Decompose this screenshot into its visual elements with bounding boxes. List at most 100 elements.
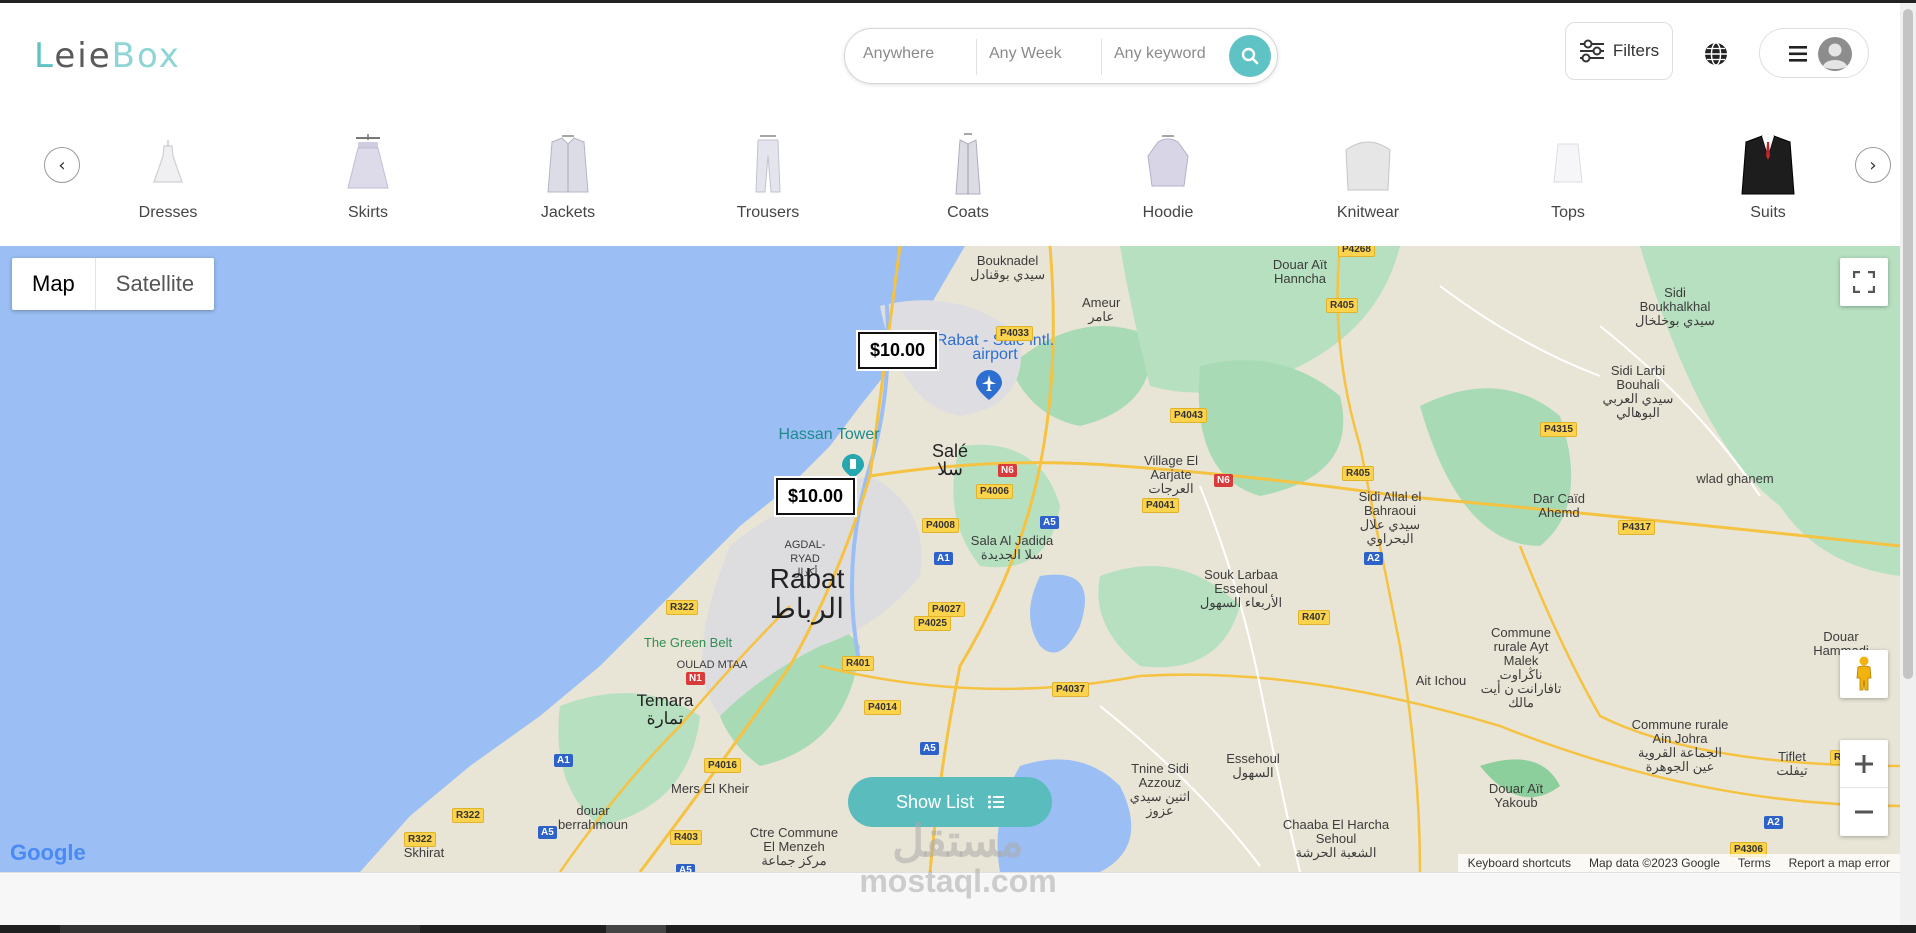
map-label-city: Temara تمارة (636, 691, 694, 728)
list-icon (988, 795, 1005, 809)
watermark-arabic: مستقل (892, 817, 1024, 866)
road-shield: R401 (842, 656, 874, 671)
user-avatar-icon (1818, 37, 1852, 71)
map-type-map-button[interactable]: Map (12, 258, 96, 310)
map-label: douar berrahmoun (557, 803, 629, 832)
map-type-satellite-button[interactable]: Satellite (96, 258, 214, 310)
suit-icon (1741, 135, 1795, 195)
airport-pin-icon[interactable] (976, 370, 1002, 400)
dress-icon (153, 140, 183, 183)
google-logo[interactable]: Google (10, 840, 86, 866)
zoom-out-button[interactable] (1840, 788, 1888, 836)
road-shield: P4006 (976, 484, 1013, 499)
skirt-icon (347, 134, 389, 189)
user-menu-button[interactable] (1759, 28, 1869, 78)
search-bar[interactable]: Anywhere Any Week Any keyword (844, 28, 1278, 84)
category-label: Hoodie (1142, 204, 1194, 221)
street-view-button[interactable] (1840, 650, 1888, 698)
road-shield: P4014 (864, 700, 901, 715)
road-shield: P4315 (1540, 422, 1577, 437)
globe-icon[interactable] (1703, 41, 1729, 67)
os-taskbar (0, 925, 1916, 933)
fullscreen-button[interactable] (1840, 258, 1888, 306)
category-coats[interactable]: Coats (908, 132, 1028, 222)
road-shield: A5 (538, 826, 557, 839)
location-input[interactable]: Anywhere (863, 45, 934, 63)
map-label: Sala Al Jadida سلا الجديدة (970, 533, 1054, 562)
category-label: Jackets (540, 204, 596, 221)
map-label: OULAD MTAA (676, 659, 748, 671)
zoom-in-button[interactable] (1840, 740, 1888, 788)
category-suits[interactable]: Suits (1708, 132, 1828, 222)
monument-pin-icon[interactable] (842, 454, 864, 478)
terms-link[interactable]: Terms (1738, 856, 1771, 870)
vertical-scrollbar[interactable] (1900, 3, 1916, 925)
map-view[interactable]: Bouknadel سيدي بوقنادل Ameur عامر Douar Aï… (0, 246, 1900, 872)
map-label: Sidi Allal el Bahraoui سيدي علال البحراوي (1358, 489, 1422, 546)
taskbar-item[interactable] (60, 925, 420, 933)
map-label: Mers El Kheir (670, 781, 750, 796)
keyboard-shortcuts-link[interactable]: Keyboard shortcuts (1468, 856, 1571, 870)
category-tops[interactable]: Tops (1508, 132, 1628, 222)
sliders-icon (1579, 39, 1604, 63)
scrollbar-thumb[interactable] (1903, 9, 1913, 679)
minus-icon (1855, 810, 1873, 814)
category-trousers[interactable]: Trousers (708, 132, 828, 222)
leiebox-logo[interactable]: LeieBox (34, 36, 181, 76)
road-shield: N6 (1214, 474, 1233, 487)
taskbar-item[interactable] (606, 925, 666, 933)
filters-label: Filters (1612, 41, 1660, 60)
category-hoodie[interactable]: Hoodie (1108, 132, 1228, 222)
map-label: Ait Ichou (1415, 673, 1467, 688)
map-label: Tnine Sidi Azzouz اثنين سيدي عزوز (1129, 761, 1191, 818)
trousers-icon (755, 135, 781, 193)
road-shield: A5 (676, 864, 695, 872)
category-skirts[interactable]: Skirts (308, 132, 428, 222)
carousel-next-button[interactable]: › (1855, 147, 1891, 183)
logo-text-eie: eie (54, 36, 112, 76)
category-knitwear[interactable]: Knitwear (1308, 132, 1428, 222)
map-label-poi: Hassan Tower (778, 426, 880, 443)
road-shield: P4025 (914, 616, 951, 631)
keyword-input[interactable]: Any keyword (1114, 45, 1206, 63)
category-label: Suits (1750, 204, 1786, 221)
category-label: Tops (1551, 204, 1585, 221)
road-shield: R322 (452, 808, 484, 823)
hoodie-icon (1147, 135, 1189, 187)
show-list-label: Show List (895, 791, 975, 812)
zoom-control[interactable] (1840, 740, 1888, 836)
plus-icon (1855, 754, 1873, 773)
road-shield: R322 (404, 832, 436, 847)
road-shield: P4016 (704, 758, 741, 773)
map-label-city: Salé سلا (931, 441, 969, 479)
search-divider (1101, 39, 1102, 75)
week-input[interactable]: Any Week (989, 45, 1062, 63)
google-logo-text: Google (10, 840, 86, 865)
map-label: Tiflet تيفلت (1776, 749, 1808, 778)
map-label: Commune rurale Ayt Malek ناڭراوت تافارانت… (1480, 625, 1562, 710)
filters-button[interactable]: Filters (1565, 22, 1673, 80)
watermark-url: mostaql.com (859, 863, 1057, 899)
pegman-icon (1856, 656, 1872, 691)
road-shield: R322 (666, 600, 698, 615)
map-label: Commune rurale Ain Johra الجماعة القروية … (1631, 717, 1729, 774)
report-error-link[interactable]: Report a map error (1789, 856, 1890, 870)
road-shield: R407 (1298, 610, 1330, 625)
price-marker[interactable]: $10.00 (776, 478, 856, 515)
map-type-toggle[interactable]: Map Satellite (12, 258, 215, 310)
road-shield: N1 (686, 672, 705, 685)
jacket-icon (547, 135, 589, 193)
road-shield: A1 (934, 552, 953, 565)
price-marker[interactable]: $10.00 (858, 332, 938, 369)
road-shield: A1 (554, 754, 573, 767)
search-button[interactable] (1229, 35, 1271, 77)
map-label: wlad ghanem (1696, 471, 1774, 486)
category-dresses[interactable]: Dresses (108, 132, 228, 222)
road-shield: A5 (1040, 516, 1059, 529)
category-jackets[interactable]: Jackets (508, 132, 628, 222)
carousel-prev-button[interactable]: ‹ (44, 147, 80, 183)
road-shield: P4027 (928, 602, 965, 617)
search-divider (976, 39, 977, 75)
chevron-left-icon: ‹ (58, 154, 66, 176)
map-label: Chaaba El Harcha Sehoul الشعبة الحرشة (1282, 817, 1390, 860)
